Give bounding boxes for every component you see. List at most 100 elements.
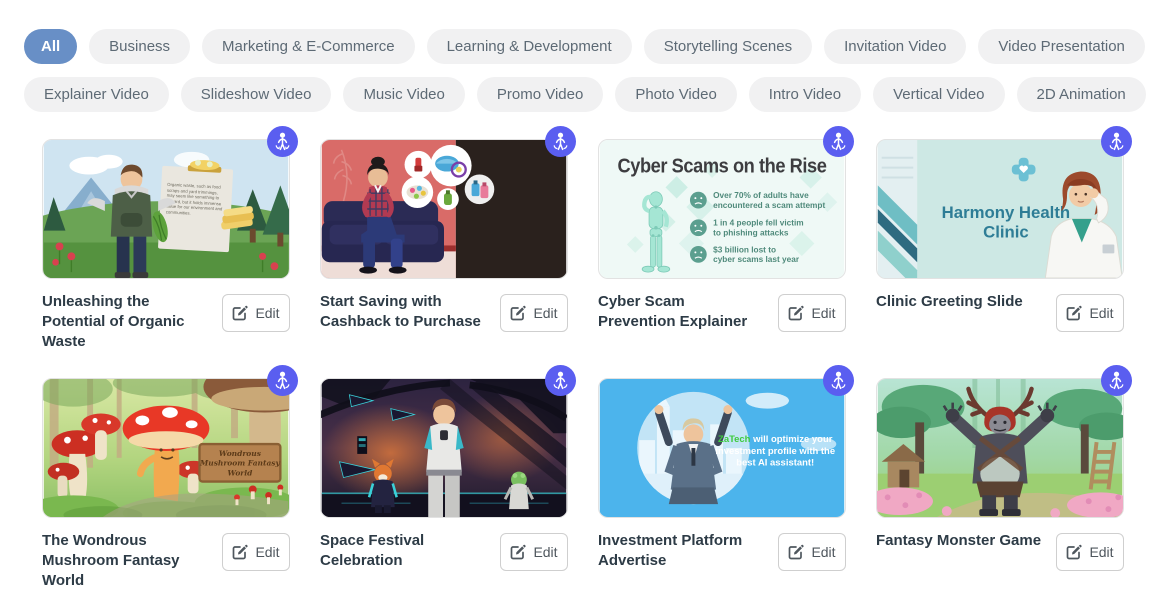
investment-scene: ZaTech will optimize your investment pro… bbox=[599, 379, 845, 517]
filter-chip-invitation-video[interactable]: Invitation Video bbox=[824, 29, 966, 64]
character-badge-icon bbox=[545, 126, 576, 157]
edit-button[interactable]: Edit bbox=[1056, 533, 1124, 571]
edit-button[interactable]: Edit bbox=[500, 533, 568, 571]
template-card: Fantasy Monster Game Edit bbox=[876, 378, 1124, 590]
edit-button[interactable]: Edit bbox=[500, 294, 568, 332]
edit-pencil-icon bbox=[232, 305, 248, 321]
character-badge-icon bbox=[545, 365, 576, 396]
template-card: ZaTech will optimize your investment pro… bbox=[598, 378, 846, 590]
character-badge-icon bbox=[823, 365, 854, 396]
template-title: Fantasy Monster Game bbox=[876, 531, 1044, 551]
edit-pencil-icon bbox=[510, 305, 526, 321]
investment-brand: ZaTech bbox=[718, 434, 751, 445]
svg-text:ZaTech will optimize your: ZaTech will optimize your bbox=[718, 434, 833, 445]
filter-chip-marketing-ecommerce[interactable]: Marketing & E-Commerce bbox=[202, 29, 415, 64]
edit-button-label: Edit bbox=[811, 305, 835, 321]
cyber-bullet-2-line-1: 1 in 4 people fell victim bbox=[713, 219, 804, 228]
edit-button-label: Edit bbox=[255, 544, 279, 560]
template-thumbnail-cyber-scam[interactable]: Cyber Scams on the Rise bbox=[598, 139, 846, 279]
cyber-bullet-3-line-1: $3 billion lost to bbox=[713, 245, 776, 254]
template-card: Cyber Scams on the Rise bbox=[598, 139, 846, 351]
edit-button-label: Edit bbox=[533, 544, 557, 560]
template-title: Investment Platform Advertise bbox=[598, 531, 766, 571]
clinic-name-line-1: Harmony Health bbox=[942, 203, 1070, 222]
investment-line-3: best AI assistant! bbox=[736, 458, 814, 469]
edit-pencil-icon bbox=[232, 544, 248, 560]
filter-chip-music-video[interactable]: Music Video bbox=[343, 77, 464, 112]
mushroom-scene: Wondrous Mushroom Fantasy World bbox=[43, 379, 289, 517]
organic-waste-paragraph: Organic waste, such as food scraps and y… bbox=[166, 182, 225, 218]
filter-chip-photo-video[interactable]: Photo Video bbox=[615, 77, 736, 112]
cyber-bullet-1-line-2: encountered a scam attempt bbox=[713, 201, 825, 210]
template-card: Start Saving with Cashback to Purchase E… bbox=[320, 139, 568, 351]
cyber-bullet-1-line-1: Over 70% of adults have bbox=[713, 191, 809, 200]
filter-chip-video-presentation[interactable]: Video Presentation bbox=[978, 29, 1144, 64]
template-card: Harmony Health Clinic bbox=[876, 139, 1124, 351]
edit-button-label: Edit bbox=[1089, 305, 1113, 321]
filter-chip-learning-development[interactable]: Learning & Development bbox=[427, 29, 632, 64]
filter-chip-storytelling-scenes[interactable]: Storytelling Scenes bbox=[644, 29, 812, 64]
edit-pencil-icon bbox=[510, 544, 526, 560]
investment-line-1-rest: will optimize your bbox=[750, 434, 832, 445]
template-thumbnail-fantasy-monster[interactable] bbox=[876, 378, 1124, 518]
clinic-scene: Harmony Health Clinic bbox=[877, 140, 1123, 278]
template-title: Space Festival Celebration bbox=[320, 531, 488, 571]
template-thumbnail-cashback[interactable] bbox=[320, 139, 568, 279]
edit-button[interactable]: Edit bbox=[222, 533, 290, 571]
filter-bar: All Business Marketing & E-Commerce Lear… bbox=[0, 0, 1152, 112]
filter-chip-2d-animation[interactable]: 2D Animation bbox=[1017, 77, 1146, 112]
space-festival-scene bbox=[321, 379, 567, 517]
cashback-scene bbox=[321, 140, 567, 278]
investment-line-2: investment profile with the bbox=[715, 446, 835, 457]
template-title: Cyber Scam Prevention Explainer bbox=[598, 292, 766, 332]
filter-row-2: Explainer Video Slideshow Video Music Vi… bbox=[24, 77, 1128, 112]
template-thumbnail-investment[interactable]: ZaTech will optimize your investment pro… bbox=[598, 378, 846, 518]
edit-button[interactable]: Edit bbox=[778, 294, 846, 332]
filter-chip-business[interactable]: Business bbox=[89, 29, 190, 64]
clinic-name-line-2: Clinic bbox=[983, 223, 1029, 242]
cyber-bullet-2-line-2: to phishing attacks bbox=[713, 229, 789, 238]
cyber-headline: Cyber Scams on the Rise bbox=[618, 155, 827, 178]
edit-button[interactable]: Edit bbox=[1056, 294, 1124, 332]
edit-pencil-icon bbox=[1066, 305, 1082, 321]
template-thumbnail-clinic[interactable]: Harmony Health Clinic bbox=[876, 139, 1124, 279]
cyber-bullet-3-line-2: cyber scams last year bbox=[713, 255, 800, 264]
edit-button-label: Edit bbox=[811, 544, 835, 560]
edit-pencil-icon bbox=[788, 544, 804, 560]
edit-pencil-icon bbox=[788, 305, 804, 321]
template-card: Space Festival Celebration Edit bbox=[320, 378, 568, 590]
template-title: Start Saving with Cashback to Purchase bbox=[320, 292, 488, 332]
fantasy-monster-scene bbox=[877, 379, 1123, 517]
sign-line-3: World bbox=[228, 469, 254, 478]
filter-chip-promo-video[interactable]: Promo Video bbox=[477, 77, 603, 112]
template-title: Clinic Greeting Slide bbox=[876, 292, 1044, 312]
character-badge-icon bbox=[267, 126, 298, 157]
template-thumbnail-space-festival[interactable] bbox=[320, 378, 568, 518]
template-thumbnail-organic-waste[interactable]: Organic waste, such as food scraps and y… bbox=[42, 139, 290, 279]
template-thumbnail-mushroom[interactable]: Wondrous Mushroom Fantasy World bbox=[42, 378, 290, 518]
character-badge-icon bbox=[267, 365, 298, 396]
filter-chip-vertical-video[interactable]: Vertical Video bbox=[873, 77, 1004, 112]
edit-button-label: Edit bbox=[255, 305, 279, 321]
sign-line-2: Mushroom Fantasy bbox=[199, 459, 281, 468]
template-title: Unleashing the Potential of Organic Wast… bbox=[42, 292, 210, 351]
character-badge-icon bbox=[1101, 126, 1132, 157]
edit-button-label: Edit bbox=[1089, 544, 1113, 560]
filter-chip-slideshow-video[interactable]: Slideshow Video bbox=[181, 77, 332, 112]
edit-button[interactable]: Edit bbox=[778, 533, 846, 571]
edit-button[interactable]: Edit bbox=[222, 294, 290, 332]
edit-pencil-icon bbox=[1066, 544, 1082, 560]
template-title: The Wondrous Mushroom Fantasy World bbox=[42, 531, 210, 590]
filter-chip-intro-video[interactable]: Intro Video bbox=[749, 77, 861, 112]
filter-chip-all[interactable]: All bbox=[24, 29, 77, 64]
filter-chip-explainer-video[interactable]: Explainer Video bbox=[24, 77, 169, 112]
template-card: Organic waste, such as food scraps and y… bbox=[42, 139, 290, 351]
cyber-scam-scene: Cyber Scams on the Rise bbox=[599, 140, 845, 278]
template-grid: Organic waste, such as food scraps and y… bbox=[42, 139, 1110, 591]
character-badge-icon bbox=[1101, 365, 1132, 396]
filter-row-1: All Business Marketing & E-Commerce Lear… bbox=[24, 29, 1128, 64]
edit-button-label: Edit bbox=[533, 305, 557, 321]
template-card: Wondrous Mushroom Fantasy World The Wond… bbox=[42, 378, 290, 590]
character-badge-icon bbox=[823, 126, 854, 157]
sign-line-1: Wondrous bbox=[219, 449, 262, 458]
